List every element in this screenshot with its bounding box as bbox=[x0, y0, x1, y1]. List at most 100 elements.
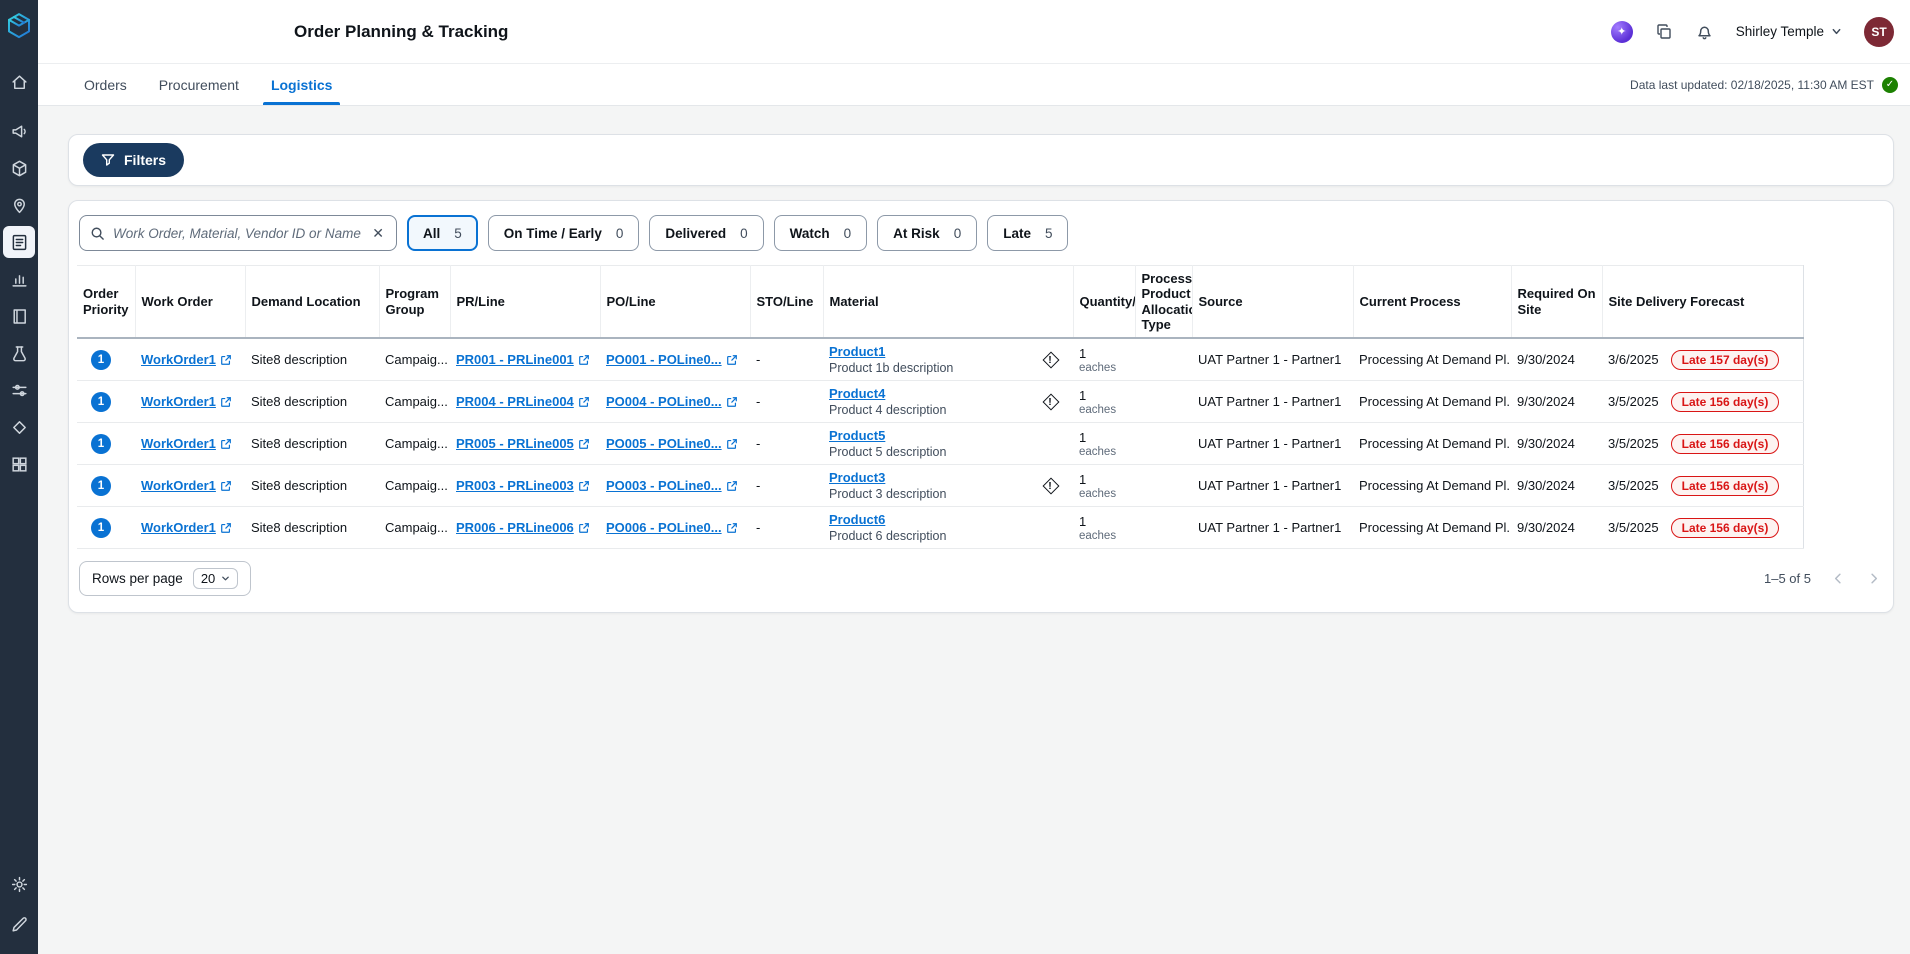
sidebar-item-apps[interactable] bbox=[3, 448, 35, 480]
sidebar-item-quality[interactable] bbox=[3, 411, 35, 443]
material-link[interactable]: Product4 bbox=[829, 386, 885, 401]
external-link-icon bbox=[726, 480, 738, 492]
material-link[interactable]: Product5 bbox=[829, 428, 885, 443]
late-badge: Late 156 day(s) bbox=[1671, 434, 1780, 454]
required-on-site-cell: 9/30/2024 bbox=[1511, 338, 1602, 381]
tab-orders[interactable]: Orders bbox=[68, 64, 143, 105]
col-required-on-site[interactable]: Required On Site bbox=[1511, 266, 1602, 339]
filter-chip-on-time-early[interactable]: On Time / Early0 bbox=[488, 215, 640, 251]
pr-line-link[interactable]: PR005 - PRLine005 bbox=[456, 436, 590, 451]
notifications-icon bbox=[1695, 22, 1714, 41]
clear-search-icon[interactable]: ✕ bbox=[370, 225, 386, 242]
sidebar-item-products[interactable] bbox=[3, 152, 35, 184]
col-sto-line[interactable]: STO/Line bbox=[750, 266, 823, 339]
copy-button[interactable] bbox=[1655, 23, 1673, 41]
rows-per-page-select[interactable]: 20 bbox=[193, 568, 238, 589]
col-work-order[interactable]: Work Order bbox=[135, 266, 245, 339]
forecast-date: 3/5/2025 bbox=[1608, 436, 1659, 451]
required-on-site-cell: 9/30/2024 bbox=[1511, 465, 1602, 507]
sidebar-item-home[interactable] bbox=[3, 66, 35, 98]
user-menu[interactable]: Shirley Temple bbox=[1736, 24, 1842, 39]
current-process-cell: Processing At Demand Pl... bbox=[1353, 423, 1511, 465]
quantity-value: 1 bbox=[1079, 472, 1129, 487]
pagination-range: 1–5 of 5 bbox=[1764, 571, 1811, 586]
search-box[interactable]: ✕ bbox=[79, 215, 397, 251]
tab-logistics[interactable]: Logistics bbox=[255, 64, 348, 105]
demand-location-cell: Site8 description bbox=[245, 381, 379, 423]
tab-procurement[interactable]: Procurement bbox=[143, 64, 255, 105]
po-line-link[interactable]: PO006 - POLine0... bbox=[606, 520, 738, 535]
sidebar-item-announcements[interactable] bbox=[3, 115, 35, 147]
col-po-line[interactable]: PO/Line bbox=[600, 266, 750, 339]
po-line-link[interactable]: PO004 - POLine0... bbox=[606, 394, 738, 409]
work-order-link[interactable]: WorkOrder1 bbox=[141, 478, 232, 493]
col-source[interactable]: Source bbox=[1192, 266, 1353, 339]
chart-icon bbox=[10, 270, 29, 289]
sidebar-nav bbox=[3, 66, 35, 480]
program-group-cell: Campaig... bbox=[379, 465, 450, 507]
notifications-button[interactable] bbox=[1695, 22, 1714, 41]
sidebar-item-feedback[interactable] bbox=[3, 908, 35, 940]
forecast-date: 3/5/2025 bbox=[1608, 394, 1659, 409]
announcement-icon bbox=[10, 122, 29, 141]
work-order-link[interactable]: WorkOrder1 bbox=[141, 436, 232, 451]
col-current-process[interactable]: Current Process bbox=[1353, 266, 1511, 339]
filter-chip-at-risk[interactable]: At Risk0 bbox=[877, 215, 977, 251]
material-description: Product 5 description bbox=[829, 445, 946, 459]
search-input[interactable] bbox=[113, 226, 362, 241]
filter-chip-all[interactable]: All5 bbox=[407, 215, 478, 251]
col-material[interactable]: Material bbox=[823, 266, 1073, 339]
avatar[interactable]: ST bbox=[1864, 17, 1894, 47]
sidebar-item-settings[interactable] bbox=[3, 868, 35, 900]
next-page-button[interactable] bbox=[1866, 571, 1881, 586]
col-demand-location[interactable]: Demand Location bbox=[245, 266, 379, 339]
col-allocation-type[interactable]: Process Product Allocation Type bbox=[1135, 266, 1192, 339]
status-ok-icon: ✓ bbox=[1882, 77, 1898, 93]
filter-chip-late[interactable]: Late5 bbox=[987, 215, 1068, 251]
material-link[interactable]: Product1 bbox=[829, 344, 885, 359]
col-pr-line[interactable]: PR/Line bbox=[450, 266, 600, 339]
allocation-type-cell bbox=[1135, 338, 1192, 381]
col-program-group[interactable]: Program Group bbox=[379, 266, 450, 339]
pr-line-link[interactable]: PR001 - PRLine001 bbox=[456, 352, 590, 367]
external-link-icon bbox=[220, 354, 232, 366]
col-order-priority[interactable]: Order Priority bbox=[77, 266, 135, 339]
material-link[interactable]: Product6 bbox=[829, 512, 885, 527]
filter-chip-delivered[interactable]: Delivered0 bbox=[649, 215, 763, 251]
pr-line-link[interactable]: PR004 - PRLine004 bbox=[456, 394, 590, 409]
work-order-link[interactable]: WorkOrder1 bbox=[141, 520, 232, 535]
external-link-icon bbox=[726, 396, 738, 408]
quantity-value: 1 bbox=[1079, 388, 1129, 403]
col-quantity[interactable]: Quantity/ bbox=[1073, 266, 1135, 339]
sidebar-item-catalog[interactable] bbox=[3, 300, 35, 332]
demand-location-cell: Site8 description bbox=[245, 338, 379, 381]
external-link-icon bbox=[726, 354, 738, 366]
material-link[interactable]: Product3 bbox=[829, 470, 885, 485]
filter-chip-watch[interactable]: Watch0 bbox=[774, 215, 868, 251]
rows-per-page[interactable]: Rows per page 20 bbox=[79, 561, 251, 596]
filters-button[interactable]: Filters bbox=[83, 143, 184, 177]
allocation-type-cell bbox=[1135, 423, 1192, 465]
source-cell: UAT Partner 1 - Partner1 bbox=[1192, 465, 1353, 507]
po-line-link[interactable]: PO005 - POLine0... bbox=[606, 436, 738, 451]
filters-panel: Filters bbox=[68, 134, 1894, 186]
col-site-delivery-forecast[interactable]: Site Delivery Forecast bbox=[1602, 266, 1803, 339]
pr-line-link[interactable]: PR003 - PRLine003 bbox=[456, 478, 590, 493]
sidebar-item-locations[interactable] bbox=[3, 189, 35, 221]
quantity-value: 1 bbox=[1079, 430, 1129, 445]
external-link-icon bbox=[578, 396, 590, 408]
pr-line-link[interactable]: PR006 - PRLine006 bbox=[456, 520, 590, 535]
sidebar-item-order-tracking[interactable] bbox=[3, 226, 35, 258]
work-order-link[interactable]: WorkOrder1 bbox=[141, 394, 232, 409]
sidebar-item-analytics[interactable] bbox=[3, 263, 35, 295]
last-updated-text: Data last updated: 02/18/2025, 11:30 AM … bbox=[1630, 78, 1874, 92]
sidebar-item-processes[interactable] bbox=[3, 374, 35, 406]
late-badge: Late 156 day(s) bbox=[1671, 392, 1780, 412]
sidebar-item-labs[interactable] bbox=[3, 337, 35, 369]
po-line-link[interactable]: PO003 - POLine0... bbox=[606, 478, 738, 493]
work-order-link[interactable]: WorkOrder1 bbox=[141, 352, 232, 367]
assistant-button[interactable]: ✦ bbox=[1611, 21, 1633, 43]
prev-page-button[interactable] bbox=[1831, 571, 1846, 586]
po-line-link[interactable]: PO001 - POLine0... bbox=[606, 352, 738, 367]
app-logo-icon[interactable] bbox=[3, 10, 35, 42]
